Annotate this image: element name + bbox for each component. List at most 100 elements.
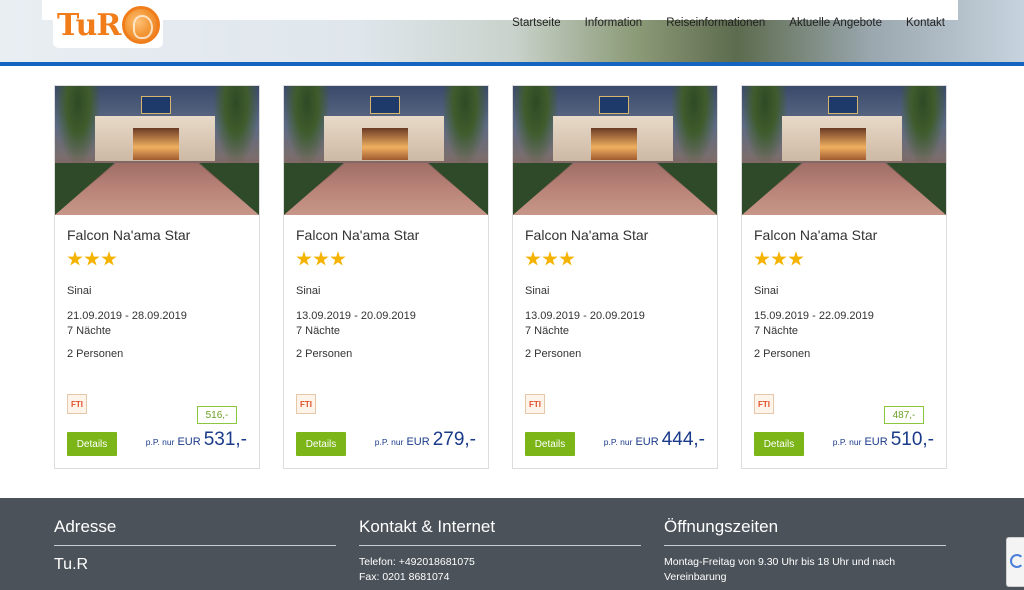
palm-decor [671, 86, 717, 166]
details-button[interactable]: Details [296, 432, 346, 456]
footer-address-title: Adresse [54, 517, 336, 546]
star-rating [296, 251, 476, 267]
star-icon [84, 251, 100, 266]
nights: 7 Nächte [525, 325, 570, 337]
footer-contact-title: Kontakt & Internet [359, 517, 641, 546]
hotel-image[interactable] [55, 86, 259, 215]
footer-fax: Fax: 0201 8681074 [359, 571, 450, 583]
price: p.P. nur EUR 279,- [375, 429, 476, 451]
travel-dates: 21.09.2019 - 28.09.2019 [67, 310, 187, 322]
star-icon [67, 251, 83, 266]
hotel-entrance [362, 128, 408, 160]
hotel-sign [370, 96, 400, 114]
footer-company-name: Tu.R [54, 556, 89, 573]
travel-dates: 13.09.2019 - 20.09.2019 [296, 310, 416, 322]
price-value: 531,- [203, 429, 247, 450]
hotel-entrance [133, 128, 179, 160]
nav-item-startseite[interactable]: Startseite [512, 17, 561, 29]
star-rating [67, 251, 247, 267]
operator-fti-icon: FTI [754, 394, 774, 414]
details-button[interactable]: Details [67, 432, 117, 456]
price-prefix: p.P. nur [603, 437, 633, 447]
hotel-entrance [820, 128, 866, 160]
price-value: 510,- [890, 429, 934, 450]
persons: 2 Personen [67, 348, 124, 360]
hotel-image[interactable] [284, 86, 488, 215]
region: Sinai [67, 285, 92, 297]
offer-card: Falcon Na'ama Star Sinai 13.09.2019 - 20… [512, 85, 718, 469]
palm-decor [442, 86, 488, 166]
offer-card: Falcon Na'ama Star Sinai 13.09.2019 - 20… [283, 85, 489, 469]
footer-hours-title: Öffnungszeiten [664, 517, 946, 546]
hotel-name[interactable]: Falcon Na'ama Star [754, 227, 934, 243]
nav-item-kontakt[interactable]: Kontakt [906, 17, 945, 29]
details-button[interactable]: Details [525, 432, 575, 456]
main-nav: Startseite Information Reiseinformatione… [488, 17, 945, 29]
logo-text: TuR [57, 7, 121, 43]
footer-hours: Öffnungszeiten Montag-Freitag von 9.30 U… [664, 517, 946, 585]
travel-dates: 13.09.2019 - 20.09.2019 [525, 310, 645, 322]
nav-item-aktuelle-angebote[interactable]: Aktuelle Angebote [789, 17, 882, 29]
operator-fti-icon: FTI [67, 394, 87, 414]
star-icon [313, 251, 329, 266]
persons: 2 Personen [754, 348, 811, 360]
price-currency: EUR [864, 436, 888, 448]
palm-decor [213, 86, 259, 166]
price: p.P. nur EUR 531,- [146, 429, 247, 451]
hotel-sign [141, 96, 171, 114]
region: Sinai [754, 285, 779, 297]
globe-logo-icon [122, 6, 161, 44]
hotel-sign [599, 96, 629, 114]
offer-cards: Falcon Na'ama Star Sinai 21.09.2019 - 28… [54, 85, 947, 469]
persons: 2 Personen [525, 348, 582, 360]
nav-item-information[interactable]: Information [585, 17, 643, 29]
operator-fti-icon: FTI [525, 394, 545, 414]
persons: 2 Personen [296, 348, 353, 360]
old-price-badge: 487,- [884, 406, 924, 424]
star-icon [296, 251, 312, 266]
star-rating [754, 251, 934, 267]
hotel-name[interactable]: Falcon Na'ama Star [67, 227, 247, 243]
nights: 7 Nächte [67, 325, 112, 337]
region: Sinai [296, 285, 321, 297]
footer-address: Adresse Tu.R [54, 517, 336, 574]
price-value: 444,- [661, 429, 705, 450]
footer-contact: Kontakt & Internet Telefon: +49201868107… [359, 517, 641, 585]
price-prefix: p.P. nur [374, 437, 404, 447]
footer-hours-text: Montag-Freitag von 9.30 Uhr bis 18 Uhr u… [664, 556, 896, 583]
star-icon [788, 251, 804, 266]
hotel-name[interactable]: Falcon Na'ama Star [296, 227, 476, 243]
hotel-name[interactable]: Falcon Na'ama Star [525, 227, 705, 243]
star-icon [101, 251, 117, 266]
footer-phone[interactable]: Telefon: +492018681075 [359, 555, 641, 570]
recaptcha-icon [1010, 554, 1024, 568]
price-currency: EUR [635, 436, 659, 448]
price-currency: EUR [406, 436, 430, 448]
region: Sinai [525, 285, 550, 297]
star-icon [330, 251, 346, 266]
star-icon [771, 251, 787, 266]
nights: 7 Nächte [296, 325, 341, 337]
palm-decor [900, 86, 946, 166]
recaptcha-badge[interactable] [1006, 537, 1024, 587]
price-prefix: p.P. nur [145, 437, 175, 447]
operator-fti-icon: FTI [296, 394, 316, 414]
price-prefix: p.P. nur [832, 437, 862, 447]
details-button[interactable]: Details [754, 432, 804, 456]
star-icon [542, 251, 558, 266]
star-icon [559, 251, 575, 266]
nav-item-reiseinformationen[interactable]: Reiseinformationen [666, 17, 765, 29]
price: p.P. nur EUR 510,- [833, 429, 934, 451]
old-price-badge: 516,- [197, 406, 237, 424]
site-logo[interactable]: TuR [53, 2, 163, 48]
site-footer: Adresse Tu.R Kontakt & Internet Telefon:… [0, 498, 1024, 590]
price-value: 279,- [432, 429, 476, 450]
offer-card: Falcon Na'ama Star Sinai 15.09.2019 - 22… [741, 85, 947, 469]
star-icon [754, 251, 770, 266]
nights: 7 Nächte [754, 325, 799, 337]
star-icon [525, 251, 541, 266]
star-rating [525, 251, 705, 267]
hotel-image[interactable] [742, 86, 946, 215]
hotel-image[interactable] [513, 86, 717, 215]
price: p.P. nur EUR 444,- [604, 429, 705, 451]
